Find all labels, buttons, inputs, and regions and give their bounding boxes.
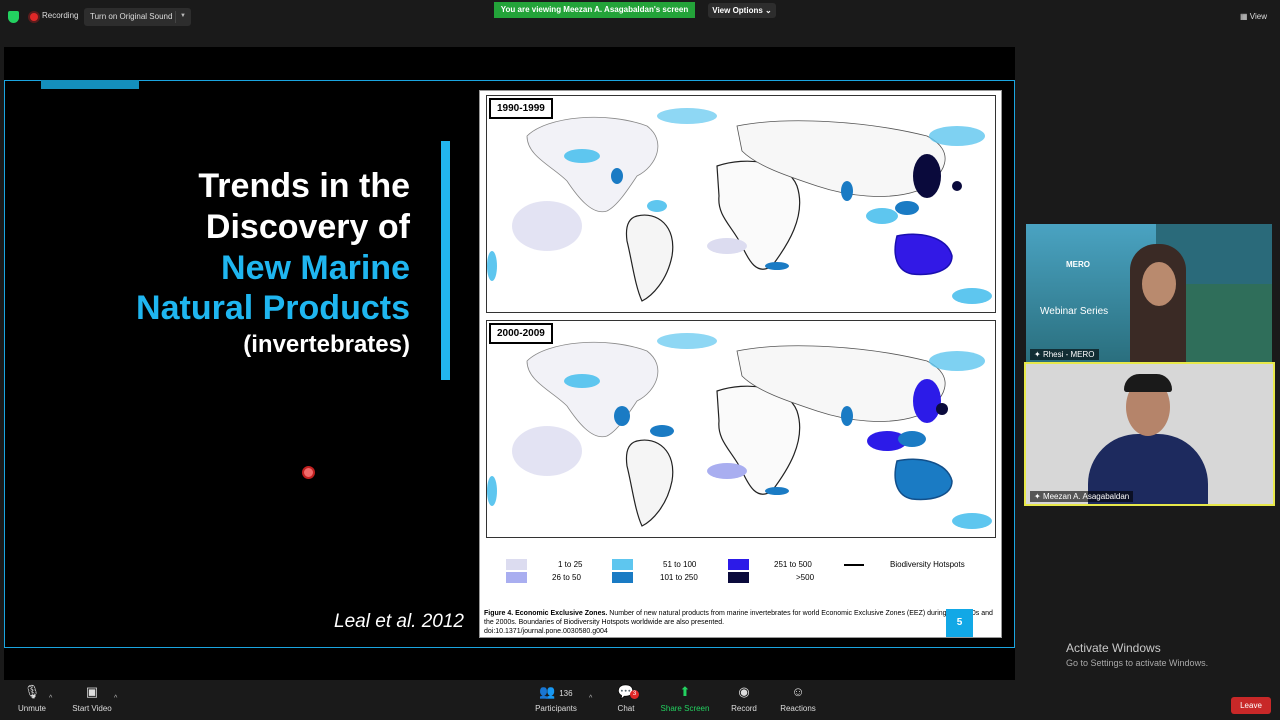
view-button[interactable]: ▦ View — [1240, 12, 1267, 21]
period-label-2000s: 2000-2009 — [489, 323, 553, 344]
activate-windows-title: Activate Windows — [1066, 641, 1161, 655]
participants-icon: 👥 136 — [539, 684, 573, 699]
legend-swatch — [506, 572, 527, 583]
slide-vertical-bar — [441, 141, 450, 380]
chat-button[interactable]: 💬 Chat — [594, 684, 658, 713]
legend-label: 251 to 500 — [774, 560, 812, 569]
legend-swatch — [728, 572, 749, 583]
legend-swatch — [506, 559, 527, 570]
unmute-button[interactable]: 🎙 Unmute — [0, 684, 64, 713]
participant-name: Rhesi - MERO — [1042, 350, 1095, 359]
slide-citation: Leal et al. 2012 — [334, 611, 464, 632]
video-tile-rhesi[interactable]: MERO Webinar Series ✦ Rhesi - MERO — [1026, 224, 1272, 362]
legend-swatch — [728, 559, 749, 570]
slide-accent-bar — [41, 80, 139, 89]
recording-label: Recording — [42, 11, 79, 20]
world-map-1990s: 1990-1999 — [486, 95, 996, 313]
chevron-down-icon: ⌄ — [765, 6, 772, 15]
view-label: View — [1249, 12, 1267, 21]
share-screen-icon: ⬆ — [679, 684, 691, 699]
participants-chevron-icon[interactable]: ^ — [589, 695, 592, 702]
participant-hair — [1124, 374, 1172, 392]
chat-icon: 💬 — [617, 684, 635, 699]
view-options-label: View Options — [712, 6, 763, 15]
reactions-button[interactable]: ☺ Reactions — [766, 684, 830, 713]
slide-title-line4: Natural Products — [136, 289, 410, 328]
slide-title: Trends in the Discovery of New Marine Na… — [100, 166, 410, 360]
start-video-label: Start Video — [72, 704, 112, 713]
participants-button[interactable]: 👥 136 Participants — [524, 684, 588, 713]
participant-name-tag: ✦ Rhesi - MERO — [1030, 349, 1099, 360]
figure-caption: Figure 4. Economic Exclusive Zones. Numb… — [484, 609, 999, 636]
activate-windows-hint: Go to Settings to activate Windows. — [1066, 658, 1209, 668]
unmute-label: Unmute — [17, 704, 46, 713]
webinar-caption: Webinar Series — [1040, 306, 1109, 317]
legend-label: 1 to 25 — [558, 560, 583, 569]
video-tile-meezan[interactable]: ✦ Meezan A. Asagabaldan — [1024, 362, 1275, 506]
slide-title-line2: Discovery of — [205, 207, 410, 246]
divider — [175, 11, 176, 23]
slide-page-number: 5 — [946, 609, 973, 637]
audio-options-chevron-icon[interactable]: ^ — [49, 695, 52, 702]
original-sound-button[interactable]: Turn on Original Sound ▼ — [84, 8, 191, 26]
share-screen-button[interactable]: ⬆ Share Screen — [653, 684, 717, 713]
slide-title-line1: Trends in the — [198, 167, 410, 205]
world-map-2000s: 2000-2009 — [486, 320, 996, 538]
chevron-down-icon[interactable]: ▼ — [180, 13, 186, 19]
slide-subtitle: (invertebrates) — [243, 331, 410, 359]
video-options-chevron-icon[interactable]: ^ — [114, 695, 117, 702]
hotspot-line-swatch — [844, 564, 864, 566]
original-sound-label: Turn on Original Sound — [90, 12, 173, 21]
participants-label: Participants — [535, 704, 577, 713]
pin-icon: ✦ — [1034, 492, 1041, 501]
legend-swatch — [612, 559, 633, 570]
reactions-label: Reactions — [780, 704, 816, 713]
record-label: Record — [731, 704, 757, 713]
legend-swatch — [612, 572, 633, 583]
participant-name-tag: ✦ Meezan A. Asagabaldan — [1030, 491, 1134, 502]
legend-label: 26 to 50 — [552, 573, 581, 582]
security-shield-icon[interactable] — [8, 11, 19, 23]
participant-background — [1186, 284, 1272, 362]
legend-label: >500 — [796, 573, 815, 582]
world-map-graphic — [487, 96, 995, 312]
caption-title: Figure 4. Economic Exclusive Zones. — [484, 610, 608, 617]
smiley-icon: ☺ — [791, 684, 805, 699]
grid-view-icon: ▦ — [1240, 12, 1248, 21]
chat-label: Chat — [617, 704, 635, 713]
participants-count: 136 — [559, 689, 573, 698]
participant-face — [1142, 262, 1176, 306]
period-label-1990s: 1990-1999 — [489, 98, 553, 119]
slide-title-line3: New Marine — [221, 248, 410, 287]
world-map-graphic — [487, 321, 995, 537]
leave-button[interactable]: Leave — [1231, 697, 1271, 714]
legend-hotspots-label: Biodiversity Hotspots — [890, 560, 965, 569]
figure-panel: 1990-1999 2000-2009 1 to 25 26 to 50 51 … — [479, 90, 1002, 638]
map-legend: 1 to 25 26 to 50 51 to 100 101 to 250 25… — [506, 559, 986, 589]
laser-pointer — [302, 466, 315, 479]
webinar-logo: MERO — [1066, 260, 1090, 269]
caption-doi: doi:10.1371/journal.pone.0030580.g004 — [484, 628, 608, 636]
view-options-button[interactable]: View Options ⌄ — [708, 3, 776, 18]
muted-microphone-icon: 🎙 — [23, 684, 41, 699]
viewing-banner: You are viewing Meezan A. Asagabaldan's … — [494, 2, 695, 18]
pin-icon: ✦ — [1034, 350, 1041, 359]
legend-label: 51 to 100 — [663, 560, 697, 569]
legend-label: 101 to 250 — [660, 573, 698, 582]
recording-icon — [30, 13, 38, 21]
participant-name: Meezan A. Asagabaldan — [1042, 492, 1130, 501]
chat-unread-badge: 3 — [630, 690, 639, 699]
share-screen-label: Share Screen — [660, 704, 710, 713]
